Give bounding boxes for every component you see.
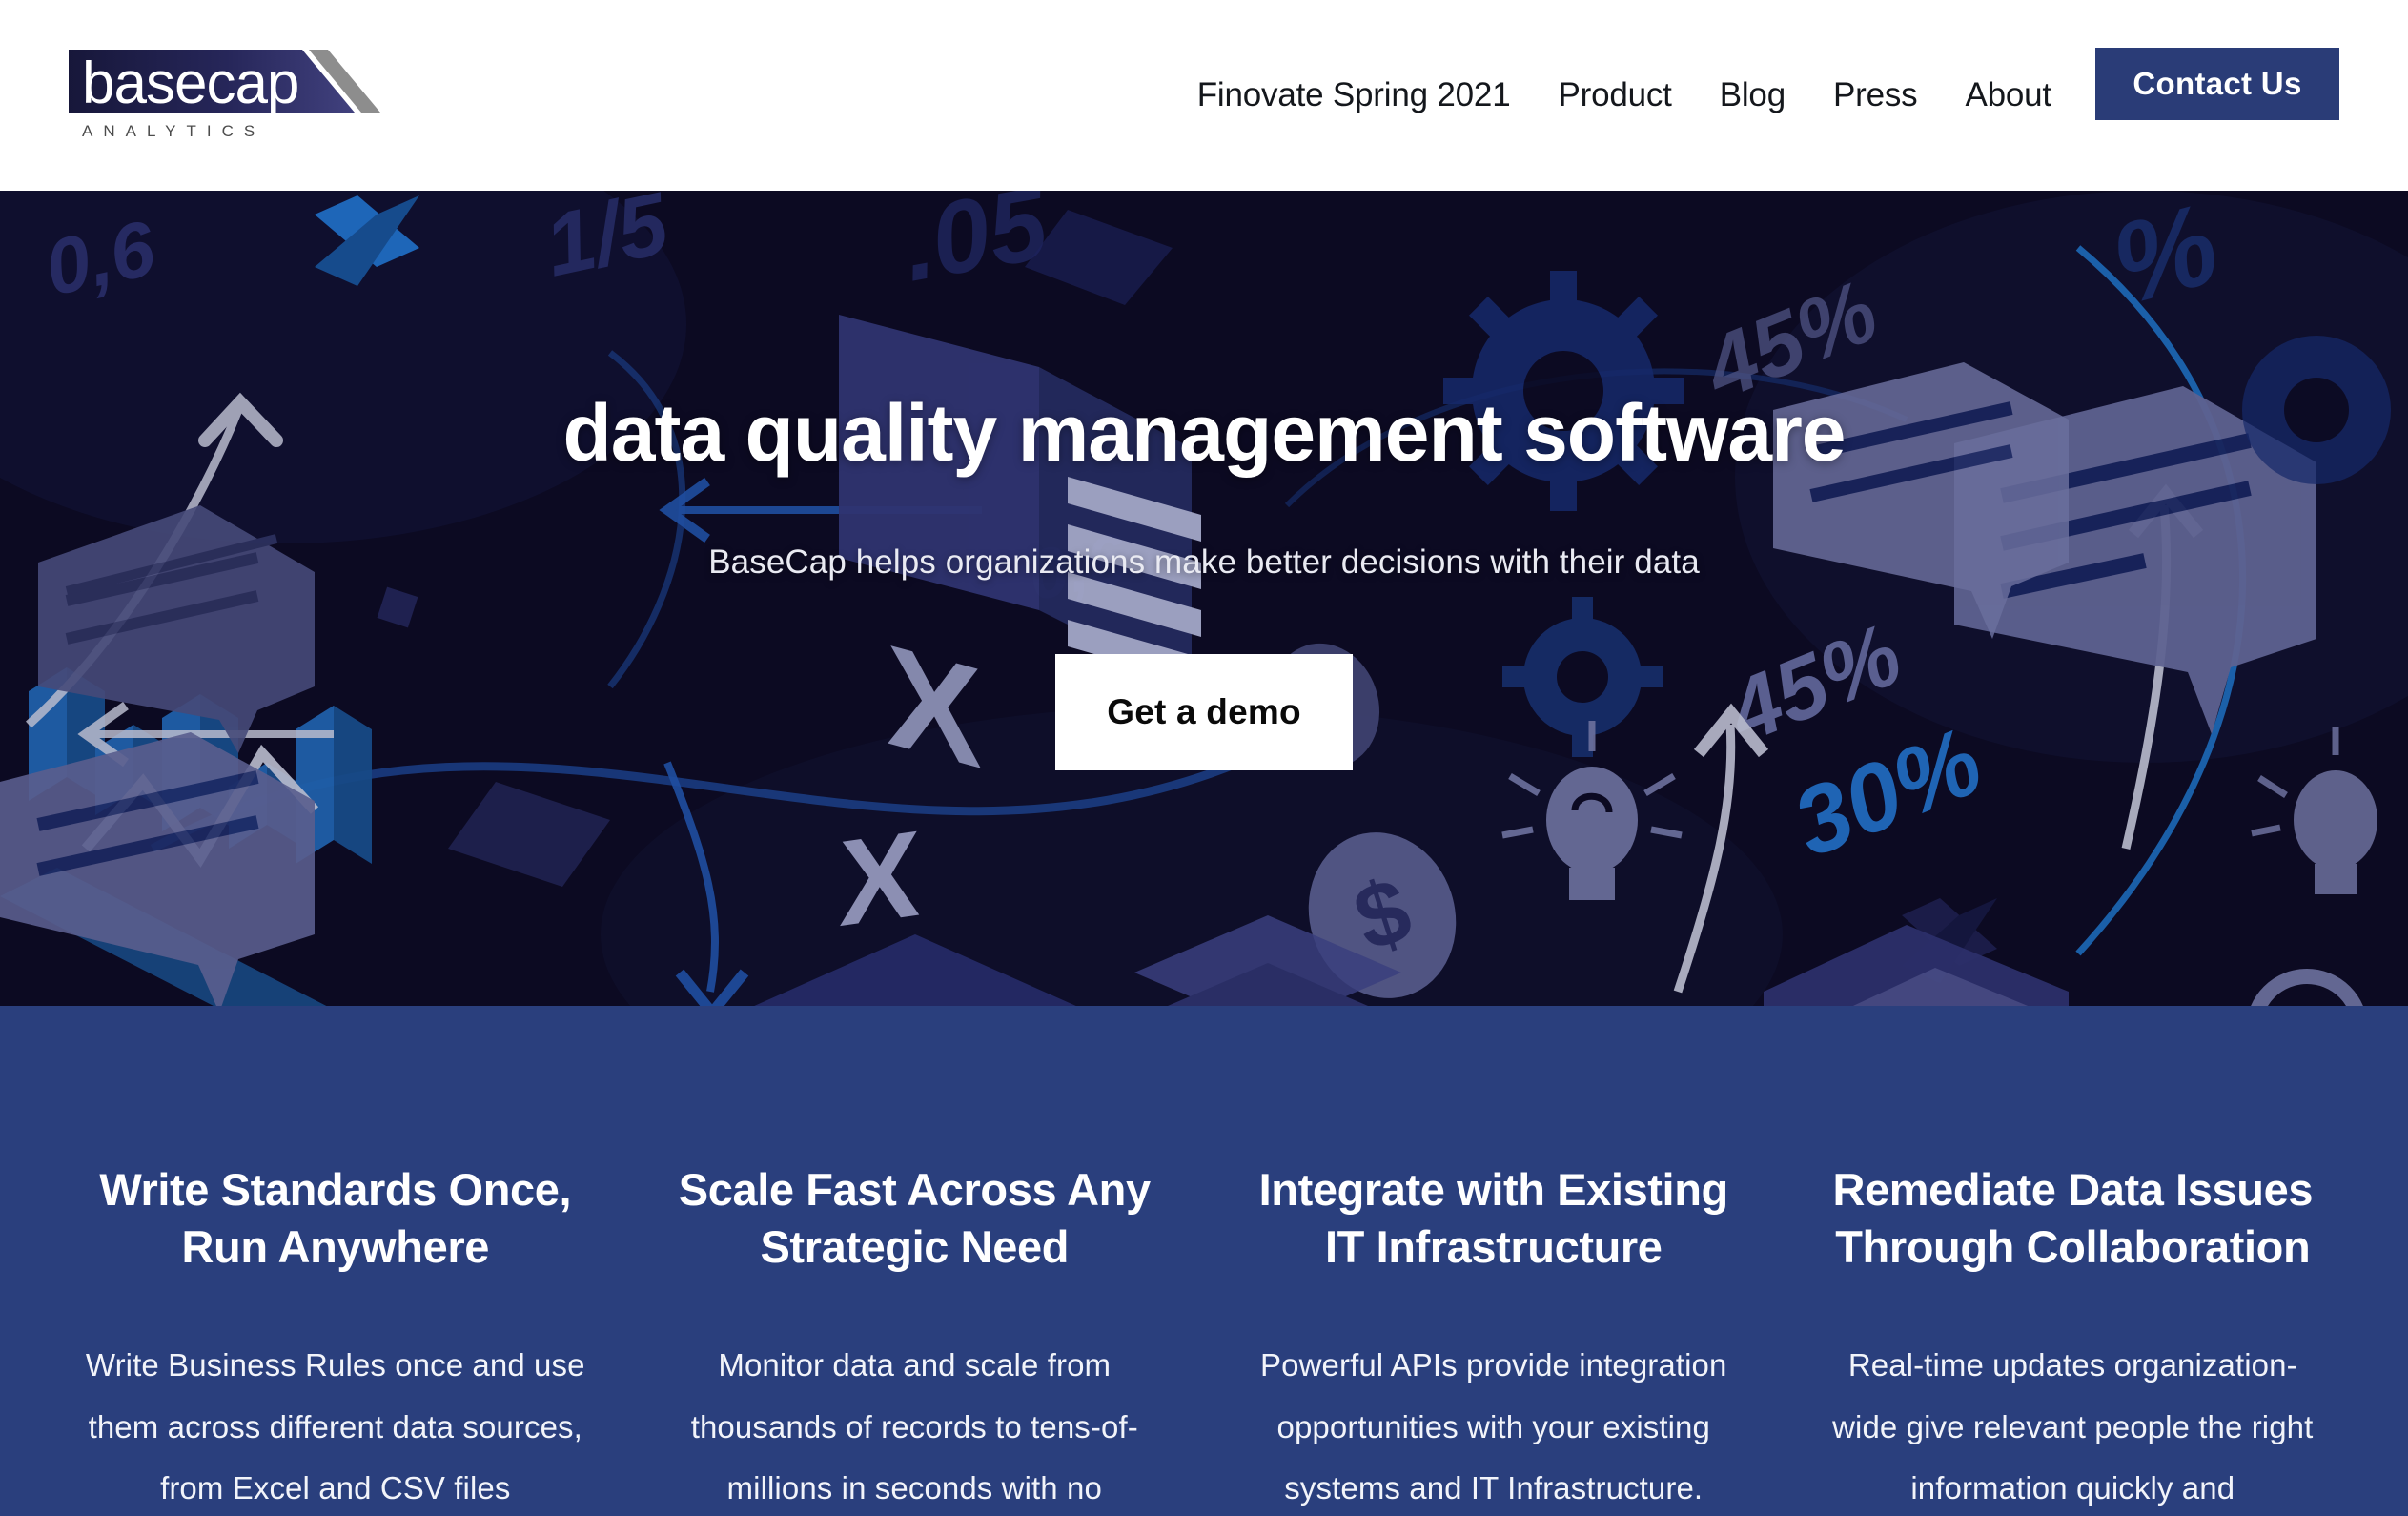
feature-body: Powerful APIs provide integration opport…	[1260, 1347, 1727, 1506]
logo-subtitle: ANALYTICS	[82, 122, 266, 140]
feature-body: Write Business Rules once and use them a…	[85, 1347, 585, 1506]
basecap-logo[interactable]: basecap ANALYTICS	[69, 44, 469, 149]
nav-item-product[interactable]: Product	[1534, 76, 1695, 114]
get-a-demo-button[interactable]: Get a demo	[1055, 654, 1353, 771]
logo-wordmark: basecap	[82, 51, 298, 116]
feature-body: Real-time updates organization-wide give…	[1832, 1347, 2314, 1506]
nav-item-finovate-spring-2021[interactable]: Finovate Spring 2021	[1173, 76, 1535, 114]
contact-us-button[interactable]: Contact Us	[2095, 48, 2339, 120]
main-navigation: Finovate Spring 2021 Product Blog Press …	[1173, 0, 2240, 191]
features-section: Write Standards Once, Run Anywhere Write…	[0, 1006, 2408, 1516]
feature-title: Remediate Data Issues Through Collaborat…	[1832, 1164, 2314, 1273]
hero-section: 0,6 0,6 .05 1/5 45% 45% 30% %	[0, 191, 2408, 1006]
nav-item-blog[interactable]: Blog	[1696, 76, 1809, 114]
feature-body: Monitor data and scale from thousands of…	[690, 1347, 1138, 1506]
feature-title: Scale Fast Across Any Strategic Need	[678, 1164, 1151, 1273]
feature-column-scale-fast: Scale Fast Across Any Strategic Need Mon…	[625, 1161, 1205, 1516]
feature-column-integrate: Integrate with Existing IT Infrastructur…	[1204, 1161, 1784, 1516]
feature-column-remediate: Remediate Data Issues Through Collaborat…	[1784, 1161, 2363, 1516]
hero-title: data quality management software	[562, 388, 1846, 478]
feature-column-write-standards: Write Standards Once, Run Anywhere Write…	[46, 1161, 625, 1516]
logo-mark: basecap	[69, 50, 380, 116]
nav-item-press[interactable]: Press	[1809, 76, 1941, 114]
site-header: basecap ANALYTICS Finovate Spring 2021 P…	[0, 0, 2408, 191]
features-grid: Write Standards Once, Run Anywhere Write…	[0, 1161, 2408, 1516]
feature-title: Write Standards Once, Run Anywhere	[99, 1164, 572, 1273]
nav-item-about[interactable]: About	[1941, 76, 2074, 114]
hero-content: data quality management software BaseCap…	[0, 191, 2408, 1006]
hero-subtitle: BaseCap helps organizations make better …	[708, 543, 1700, 582]
feature-title: Integrate with Existing IT Infrastructur…	[1258, 1164, 1729, 1273]
